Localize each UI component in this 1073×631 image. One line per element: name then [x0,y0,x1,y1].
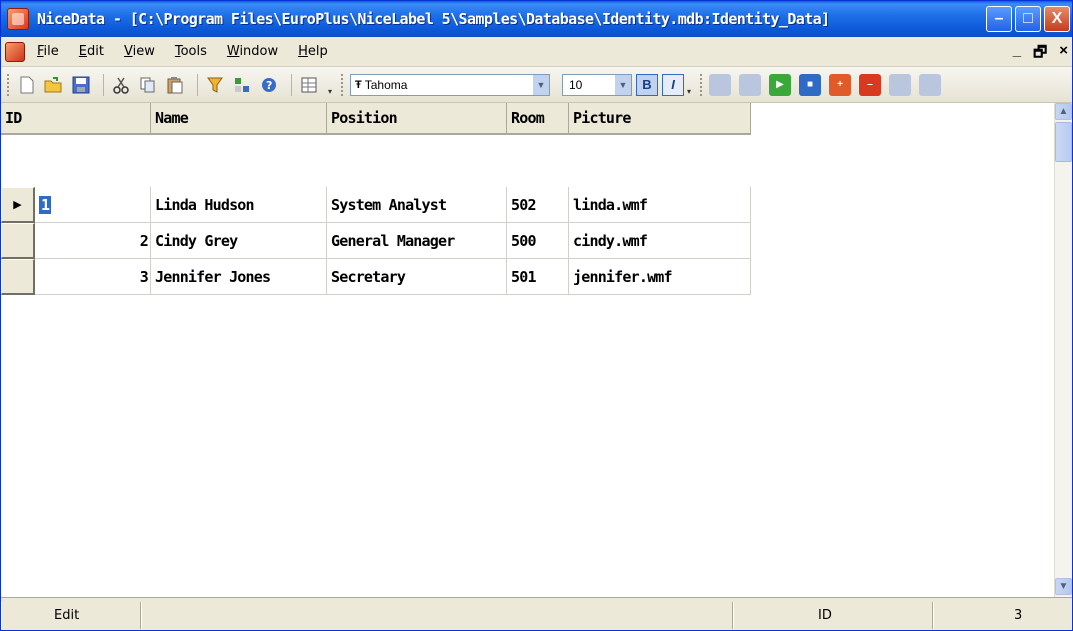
scroll-thumb[interactable] [1055,122,1072,162]
first-record-icon[interactable] [709,73,731,96]
cell-position[interactable]: Secretary [327,259,507,295]
menu-bar: File Edit View Tools Window Help _ 🗗 × [1,37,1072,67]
prior-record-icon[interactable] [739,73,761,96]
cell-id[interactable]: 1 [35,187,151,223]
scroll-up-icon[interactable]: ▲ [1055,103,1072,120]
close-button[interactable]: X [1044,6,1070,32]
mdi-restore-button[interactable]: 🗗 [1033,42,1047,67]
menu-view[interactable]: View [124,44,155,59]
toolbar-grip[interactable] [700,73,703,96]
app-window: NiceData - [C:\Program Files\EuroPlus\Ni… [0,0,1073,631]
toolbar-overflow-icon[interactable]: ▾ [325,74,335,96]
nicedata-app-icon[interactable] [7,8,29,30]
cell-name[interactable]: Jennifer Jones [151,259,327,295]
table-icon[interactable] [298,74,320,96]
cell-picture[interactable]: jennifer.wmf [569,259,751,295]
cell-room[interactable]: 502 [507,187,569,223]
title-bar[interactable]: NiceData - [C:\Program Files\EuroPlus\Ni… [1,1,1072,37]
status-bar: Edit ID 3 [1,597,1072,630]
mdi-controls: _ 🗗 × [1013,42,1068,67]
toolbar-overflow-icon[interactable]: ▾ [684,74,694,96]
menu-tools[interactable]: Tools [175,44,207,59]
column-header-position[interactable]: Position [327,103,507,135]
filter-icon[interactable] [204,74,226,96]
toolbar-grip[interactable] [7,73,10,96]
new-icon[interactable] [16,74,38,96]
document-icon[interactable] [5,41,25,62]
cell-position[interactable]: System Analyst [327,187,507,223]
cell-picture[interactable]: linda.wmf [569,187,751,223]
status-panel-empty [141,601,733,629]
toolbar-separator [103,73,104,96]
minimize-button[interactable]: – [986,6,1012,32]
cancel-edit-icon[interactable] [919,73,941,96]
current-row-indicator[interactable]: ▶ [1,187,35,223]
paste-icon[interactable] [164,74,186,96]
toolbar: ? ▾ Ŧ Tahoma ▼ 10 ▼ B I ▾ ▶ ■ + – [1,67,1072,103]
cell-id[interactable]: 3 [35,259,151,295]
font-size-value: 10 [569,77,583,92]
font-name-value: Tahoma [364,77,408,92]
row-indicator[interactable] [1,259,35,295]
menu-window[interactable]: Window [227,44,278,59]
svg-text:?: ? [266,79,272,92]
sort-icon[interactable] [231,74,253,96]
chevron-down-icon[interactable]: ▼ [615,74,631,95]
toolbar-grip[interactable] [341,73,344,96]
cell-room[interactable]: 501 [507,259,569,295]
mdi-minimize-button[interactable]: _ [1013,42,1021,67]
cut-icon[interactable] [110,74,132,96]
delete-record-icon[interactable]: – [859,73,881,96]
toolbar-separator [197,73,198,96]
copy-icon[interactable] [137,74,159,96]
menu-edit[interactable]: Edit [79,44,104,59]
table-row[interactable]: 2 Cindy Grey General Manager 500 cindy.w… [1,223,751,259]
scroll-down-icon[interactable]: ▼ [1055,578,1072,595]
insert-record-icon[interactable]: + [829,73,851,96]
save-icon[interactable] [70,74,92,96]
table-row[interactable]: 3 Jennifer Jones Secretary 501 jennifer.… [1,259,751,295]
open-icon[interactable] [43,74,65,96]
font-size-combo[interactable]: 10 ▼ [562,73,632,96]
chevron-down-icon[interactable]: ▼ [533,74,549,95]
menu-file[interactable]: File [37,44,59,59]
column-header-id[interactable]: ID [1,103,151,135]
bold-button[interactable]: B [636,73,658,96]
maximize-button[interactable]: □ [1015,6,1041,32]
post-edit-icon[interactable] [889,73,911,96]
cell-name[interactable]: Cindy Grey [151,223,327,259]
grid-header: ID Name Position Room Picture [1,103,751,135]
column-header-picture[interactable]: Picture [569,103,751,135]
status-value: 3 [933,601,1063,629]
mdi-close-button[interactable]: × [1059,42,1068,67]
table-row[interactable]: ▶ 1 Linda Hudson System Analyst 502 lind… [1,187,751,223]
font-type-icon: Ŧ [355,78,362,91]
column-header-name[interactable]: Name [151,103,327,135]
help-icon[interactable]: ? [258,74,280,96]
next-record-icon[interactable]: ▶ [769,73,791,96]
last-record-icon[interactable]: ■ [799,73,821,96]
menu-help[interactable]: Help [298,44,328,59]
data-grid: ID Name Position Room Picture ▶ 1 Linda … [1,103,1056,597]
font-name-combo[interactable]: Ŧ Tahoma ▼ [350,73,550,96]
vertical-scrollbar[interactable]: ▲ ▼ [1054,103,1072,597]
cell-id[interactable]: 2 [35,223,151,259]
status-field: ID [733,601,933,629]
cell-name[interactable]: Linda Hudson [151,187,327,223]
cell-room[interactable]: 500 [507,223,569,259]
column-header-room[interactable]: Room [507,103,569,135]
row-indicator[interactable] [1,223,35,259]
cell-picture[interactable]: cindy.wmf [569,223,751,259]
cell-position[interactable]: General Manager [327,223,507,259]
status-mode: Edit [1,601,141,629]
window-title: NiceData - [C:\Program Files\EuroPlus\Ni… [37,10,830,28]
window-controls: – □ X [986,6,1070,32]
italic-button[interactable]: I [662,73,684,96]
toolbar-separator [291,73,292,96]
